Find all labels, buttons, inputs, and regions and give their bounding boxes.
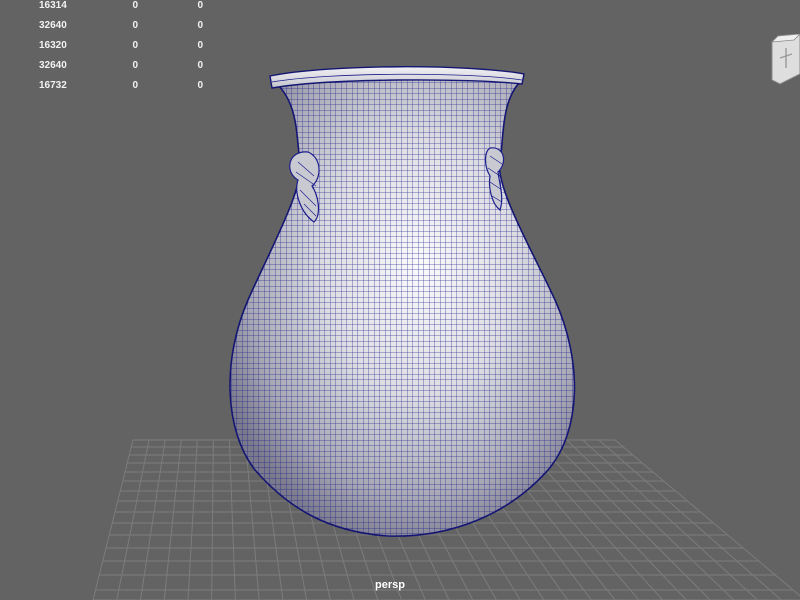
hud-value: 0 <box>197 20 203 31</box>
perspective-viewport[interactable]: 16314 0 0 32640 0 0 16320 0 0 32640 0 0 16732 0 0 pers… <box>0 0 800 600</box>
grid-line <box>550 439 711 600</box>
grid-line <box>211 439 214 600</box>
grid-line <box>534 439 687 600</box>
grid-line <box>614 439 800 597</box>
grid-line <box>163 439 182 600</box>
grid-line <box>582 439 758 600</box>
view-cube-icon[interactable] <box>770 33 800 86</box>
grid-line <box>92 439 134 600</box>
camera-label: persp <box>375 579 405 591</box>
hud-value: 0 <box>197 80 203 91</box>
hud-value: 0 <box>197 60 203 71</box>
vase-mesh[interactable] <box>200 60 600 550</box>
grid-line <box>228 439 236 600</box>
hud-value: 0 <box>197 0 203 11</box>
grid-line <box>187 439 198 600</box>
grid-line <box>566 439 735 600</box>
grid-line <box>598 439 782 600</box>
hud-value: 0 <box>197 40 203 51</box>
